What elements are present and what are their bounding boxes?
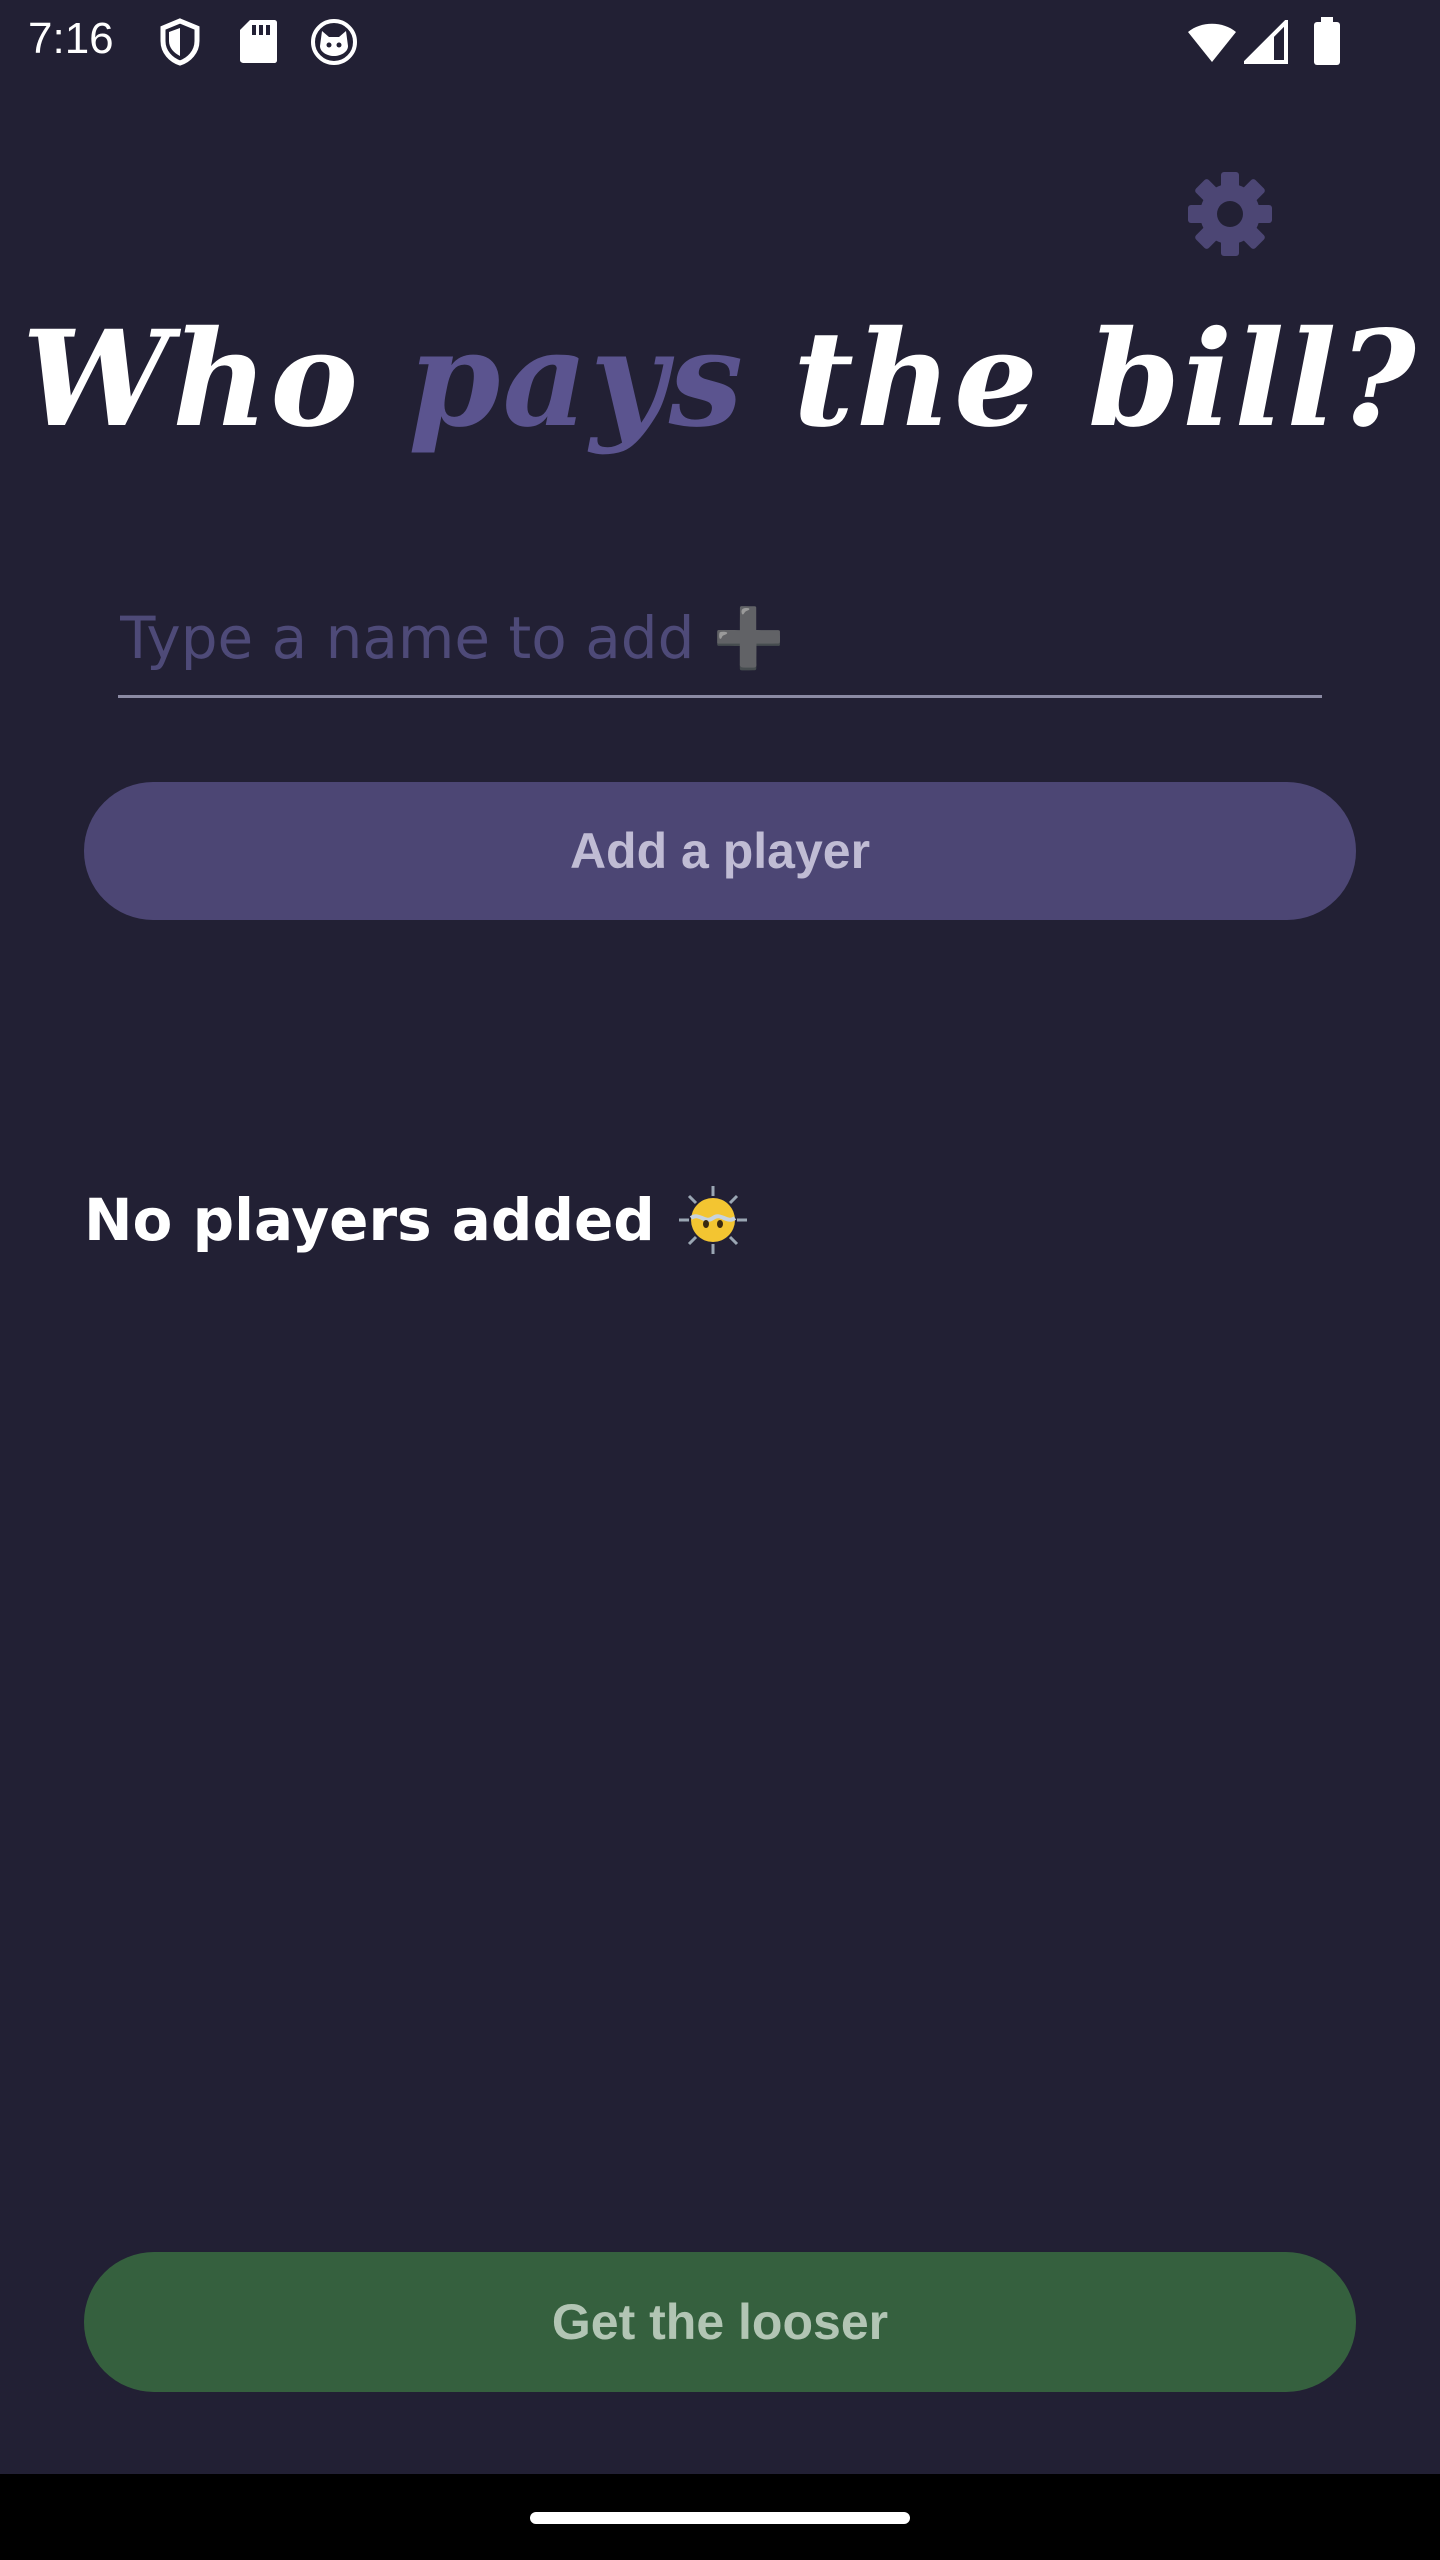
cell-signal-icon — [1244, 20, 1288, 64]
get-looser-button[interactable]: Get the looser — [84, 2252, 1356, 2392]
page-title: Who pays the bill? — [0, 290, 1440, 470]
home-indicator[interactable] — [530, 2512, 910, 2524]
wifi-icon — [1188, 23, 1236, 62]
players-empty-state: No players added — [84, 1182, 751, 1258]
shield-icon — [160, 18, 200, 66]
title-accent: pays — [408, 302, 746, 457]
empty-players-text: No players added — [84, 1186, 655, 1254]
main-screen: 7:16 Who pays the bill? Type a name to a… — [0, 0, 1440, 2560]
title-part-2: the bill? — [745, 302, 1418, 457]
cat-face-icon — [311, 19, 357, 65]
status-time: 7:16 — [28, 14, 114, 63]
title-part-1: Who — [22, 302, 409, 457]
dizzy-face-icon — [678, 1186, 747, 1254]
add-player-button[interactable]: Add a player — [84, 782, 1356, 920]
status-bar: 7:16 — [0, 0, 1440, 84]
name-input-container — [118, 580, 1322, 698]
settings-button[interactable] — [1180, 164, 1280, 264]
navigation-bar — [0, 2474, 1440, 2560]
battery-icon — [1314, 17, 1340, 65]
player-name-input[interactable] — [118, 580, 1322, 698]
gear-icon — [1188, 172, 1272, 256]
sd-card-icon — [240, 20, 277, 63]
